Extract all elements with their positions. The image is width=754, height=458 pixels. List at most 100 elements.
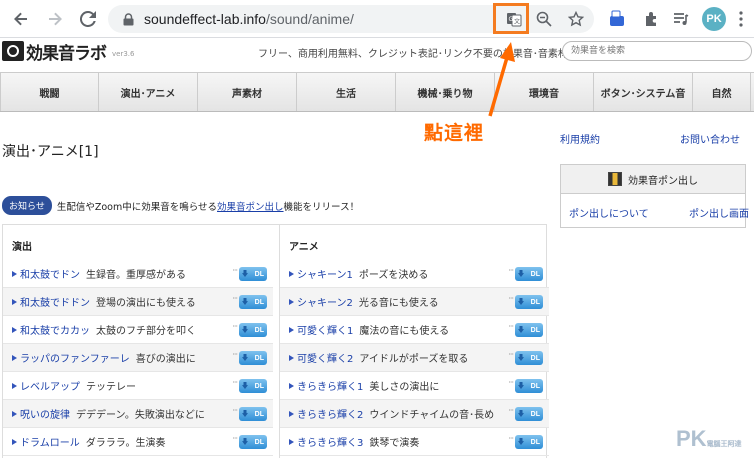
media-queue-icon[interactable] bbox=[670, 8, 692, 30]
site-search-input[interactable] bbox=[562, 41, 752, 61]
pon-about-link[interactable]: ポン出しについて bbox=[569, 205, 649, 220]
list-item[interactable]: 和太鼓でドン 生録音。重厚感がある ··· DL bbox=[3, 260, 273, 288]
play-icon bbox=[289, 298, 294, 305]
star-icon[interactable] bbox=[566, 9, 586, 29]
play-icon bbox=[12, 326, 17, 333]
download-button[interactable]: DL bbox=[515, 267, 543, 281]
page-title: 演出･アニメ[1] bbox=[2, 144, 99, 160]
play-icon bbox=[12, 410, 17, 417]
more-icon: ··· bbox=[508, 266, 514, 275]
arrow-left-icon bbox=[14, 12, 27, 26]
list-item[interactable]: ラッパのファンファーレ 喜びの演出に ··· DL bbox=[3, 344, 273, 372]
download-button[interactable]: DL bbox=[515, 379, 543, 393]
translate-highlight-box bbox=[493, 3, 529, 34]
more-icon: ··· bbox=[232, 406, 238, 415]
play-icon bbox=[289, 438, 294, 445]
download-button[interactable]: DL bbox=[515, 407, 543, 421]
pon-box-header: 効果音ポン出し bbox=[561, 165, 745, 194]
download-button[interactable]: DL bbox=[239, 351, 267, 365]
pon-link[interactable]: 効果音ポン出し bbox=[217, 202, 284, 213]
download-button[interactable]: DL bbox=[515, 351, 543, 365]
terms-link[interactable]: 利用規約 bbox=[560, 131, 600, 146]
profile-avatar[interactable]: PK bbox=[702, 7, 726, 31]
play-icon bbox=[289, 270, 294, 277]
watermark-logo: PK電腦王阿達 bbox=[676, 426, 742, 451]
pon-screen-link[interactable]: ポン出し画面 bbox=[689, 205, 749, 220]
list-item[interactable]: 呪いの旋律 デデデーン。失敗演出などに ··· DL bbox=[3, 400, 273, 428]
list-item[interactable]: ドラムロール ダラララ。生演奏 ··· DL bbox=[3, 428, 273, 456]
reload-button[interactable] bbox=[77, 8, 99, 30]
browser-toolbar: soundeffect-lab.info/sound/anime/ G文 PK bbox=[0, 0, 754, 38]
more-icon: ··· bbox=[508, 378, 514, 387]
category-tab[interactable]: 自然 bbox=[693, 73, 751, 111]
more-icon: ··· bbox=[232, 378, 238, 387]
list-item[interactable]: シャキーン2 光る音にも使える ··· DL bbox=[280, 288, 549, 316]
sound-lists: 演出 和太鼓でドン 生録音。重厚感がある ··· DL 和太鼓でドドン 登場の演出にも使… bbox=[2, 224, 549, 458]
download-button[interactable]: DL bbox=[239, 379, 267, 393]
annotation-arrow bbox=[488, 42, 515, 117]
list-item[interactable]: シャキーン1 ポーズを決める ··· DL bbox=[280, 260, 549, 288]
list-item[interactable]: きらきら輝く2 ウインドチャイムの音･長め ··· DL bbox=[280, 400, 549, 428]
play-icon bbox=[12, 354, 17, 361]
url-text: soundeffect-lab.info/sound/anime/ bbox=[144, 11, 354, 27]
list-column-anime: アニメ シャキーン1 ポーズを決める ··· DL シャキーン2 光る音にも使える ···… bbox=[279, 225, 549, 458]
category-tab[interactable]: 戦闘 bbox=[0, 73, 99, 111]
forward-button[interactable] bbox=[44, 8, 66, 30]
column-heading: アニメ bbox=[289, 242, 319, 253]
list-item[interactable]: きらきら輝く1 美しさの演出に ··· DL bbox=[280, 372, 549, 400]
column-heading: 演出 bbox=[12, 242, 32, 253]
download-button[interactable]: DL bbox=[239, 295, 267, 309]
download-button[interactable]: DL bbox=[515, 323, 543, 337]
pon-box: 効果音ポン出し ポン出しについて ポン出し画面 bbox=[560, 164, 749, 228]
extension-profile-icon[interactable] bbox=[606, 8, 628, 30]
category-tab[interactable]: 声素材 bbox=[198, 73, 297, 111]
play-icon bbox=[12, 438, 17, 445]
list-column-effects: 演出 和太鼓でドン 生録音。重厚感がある ··· DL 和太鼓でドドン 登場の演出にも使… bbox=[3, 225, 273, 456]
zoom-icon[interactable] bbox=[534, 9, 554, 29]
more-icon: ··· bbox=[232, 322, 238, 331]
back-button[interactable] bbox=[10, 8, 32, 30]
annotation-label: 點這裡 bbox=[424, 122, 485, 144]
play-icon bbox=[12, 270, 17, 277]
category-tab[interactable]: ボタン･システム音 bbox=[594, 73, 693, 111]
play-icon bbox=[12, 298, 17, 305]
speaker-icon bbox=[2, 41, 24, 61]
list-item[interactable]: 可愛く輝く1 魔法の音にも使える ··· DL bbox=[280, 316, 549, 344]
play-icon bbox=[289, 354, 294, 361]
site-logo[interactable]: 効果音ラボ ver3.6 bbox=[2, 40, 134, 64]
more-icon: ··· bbox=[232, 434, 238, 443]
list-item[interactable]: レベルアップ テッテレー ··· DL bbox=[3, 372, 273, 400]
download-button[interactable]: DL bbox=[515, 435, 543, 449]
more-icon: ··· bbox=[508, 322, 514, 331]
category-tab[interactable]: 演出･アニメ bbox=[99, 73, 198, 111]
download-button[interactable]: DL bbox=[239, 407, 267, 421]
menu-kebab-icon[interactable] bbox=[730, 8, 752, 30]
more-icon: ··· bbox=[508, 406, 514, 415]
notice-badge: お知らせ bbox=[2, 196, 52, 215]
play-icon bbox=[289, 382, 294, 389]
play-icon bbox=[289, 410, 294, 417]
reload-icon bbox=[80, 11, 96, 27]
category-tab[interactable]: 生活 bbox=[297, 73, 396, 111]
more-icon: ··· bbox=[232, 350, 238, 359]
contact-link[interactable]: お問い合わせ bbox=[680, 131, 740, 146]
lock-icon[interactable] bbox=[118, 9, 138, 29]
more-icon: ··· bbox=[508, 434, 514, 443]
list-item[interactable]: きらきら輝く3 鉄琴で演奏 ··· DL bbox=[280, 428, 549, 456]
list-item[interactable]: 和太鼓でカカッ 太鼓のフチ部分を叩く ··· DL bbox=[3, 316, 273, 344]
site-header: 効果音ラボ ver3.6 フリー、商用利用無料、クレジット表記･リンク不要の効果… bbox=[0, 38, 754, 72]
play-icon bbox=[12, 382, 17, 389]
list-item[interactable]: 和太鼓でドドン 登場の演出にも使える ··· DL bbox=[3, 288, 273, 316]
download-button[interactable]: DL bbox=[239, 435, 267, 449]
more-icon: ··· bbox=[232, 266, 238, 275]
more-icon: ··· bbox=[508, 350, 514, 359]
more-icon: ··· bbox=[508, 294, 514, 303]
play-icon bbox=[289, 326, 294, 333]
download-button[interactable]: DL bbox=[239, 267, 267, 281]
category-nav: 戦闘 演出･アニメ 声素材 生活 機械･乗り物 環境音 ボタン･システム音 自然 bbox=[0, 72, 754, 112]
notice-text: 生配信やZoom中に効果音を鳴らせる効果音ポン出し機能をリリース！ bbox=[56, 201, 360, 213]
download-button[interactable]: DL bbox=[515, 295, 543, 309]
puzzle-icon[interactable] bbox=[640, 8, 662, 30]
download-button[interactable]: DL bbox=[239, 323, 267, 337]
list-item[interactable]: 可愛く輝く2 アイドルがポーズを取る ··· DL bbox=[280, 344, 549, 372]
